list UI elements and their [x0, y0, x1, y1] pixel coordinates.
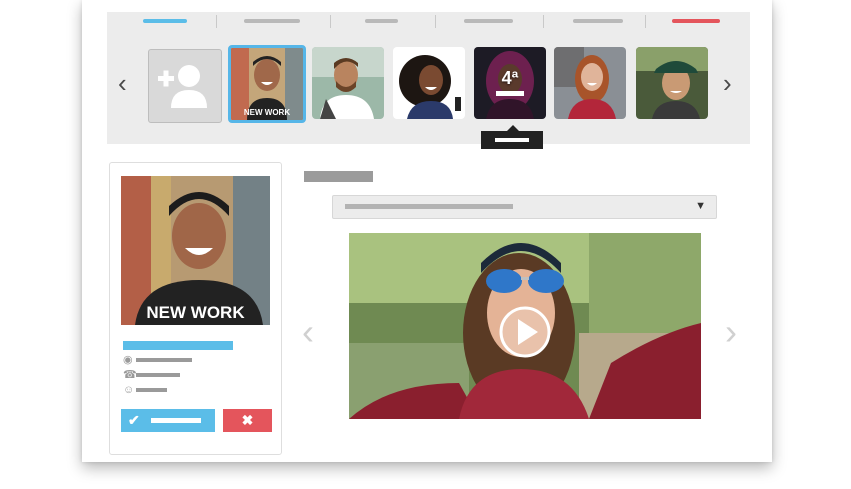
close-icon: ✖ — [241, 412, 254, 428]
contact-thumbnail[interactable] — [393, 47, 465, 119]
media-select-dropdown[interactable]: ▼ — [332, 195, 717, 219]
tab-indicator-4[interactable] — [464, 19, 513, 23]
profile-card: NEW WORK ◉ ☎ ☺ ✔ ✖ — [109, 162, 282, 455]
accept-button[interactable]: ✔ — [121, 409, 215, 432]
tab-indicator-6[interactable] — [672, 19, 720, 23]
accept-label — [151, 418, 201, 423]
section-title — [304, 171, 373, 182]
profile-photo: NEW WORK — [121, 176, 270, 325]
video-prev-icon[interactable]: ‹ — [302, 314, 314, 350]
tab-separator — [543, 15, 544, 28]
tab-indicator-5[interactable] — [573, 19, 623, 23]
video-player[interactable] — [349, 233, 701, 419]
reject-button[interactable]: ✖ — [223, 409, 272, 432]
age-badge: 4ª — [501, 68, 519, 88]
chevron-down-icon: ▼ — [695, 200, 706, 212]
shirt-text: NEW WORK — [146, 303, 245, 322]
contact-thumbnail[interactable] — [312, 47, 384, 119]
tab-separator — [330, 15, 331, 28]
tab-separator — [216, 15, 217, 28]
carousel-next-icon[interactable]: › — [723, 70, 732, 96]
add-contact-button[interactable] — [148, 49, 222, 123]
contact-thumbnail-selected[interactable]: NEW WORK — [228, 45, 306, 123]
thumbnail-tooltip — [481, 125, 543, 149]
profile-name — [123, 341, 233, 350]
video-next-icon[interactable]: › — [725, 314, 737, 350]
contact-thumbnail[interactable] — [636, 47, 708, 119]
age-badge-underline — [496, 91, 524, 96]
location-pin-icon: ◉ — [123, 354, 133, 366]
select-value — [345, 204, 513, 209]
add-user-icon — [158, 65, 207, 108]
play-button-icon[interactable] — [499, 306, 551, 358]
contact-thumbnail[interactable] — [554, 47, 626, 119]
carousel-prev-icon[interactable]: ‹ — [118, 70, 127, 96]
tab-separator — [645, 15, 646, 28]
tab-indicator-3[interactable] — [365, 19, 398, 23]
check-icon: ✔ — [128, 412, 140, 428]
smiley-icon: ☺ — [123, 384, 135, 396]
phone-icon: ☎ — [123, 369, 137, 381]
shirt-text: NEW WORK — [243, 108, 291, 117]
tab-indicator-2[interactable] — [244, 19, 300, 23]
tab-separator — [435, 15, 436, 28]
tab-indicator-1[interactable] — [143, 19, 187, 23]
